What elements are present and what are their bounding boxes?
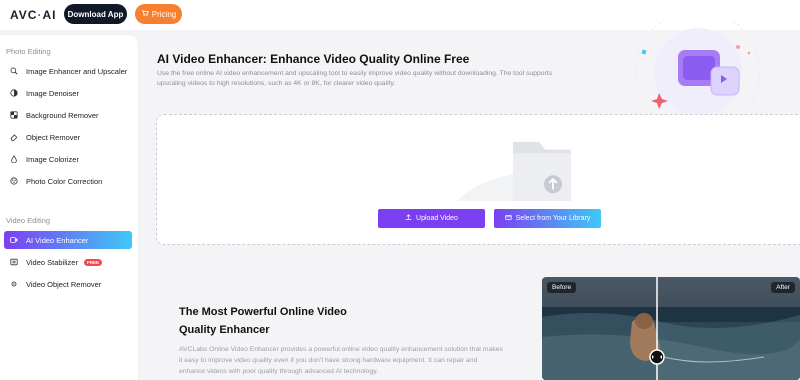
select-library-label: Select from Your Library <box>515 215 591 222</box>
comparison-image <box>542 277 800 380</box>
sidebar-item-label: Image Colorizer <box>26 154 79 164</box>
sidebar-item-image-denoiser[interactable]: Image Denoiser <box>4 84 132 102</box>
sidebar-item-video-stabilizer[interactable]: Video Stabilizer FREE <box>4 253 132 271</box>
sidebar-item-label: Image Enhancer and Upscaler <box>26 66 128 76</box>
upload-video-button[interactable]: Upload Video <box>378 209 485 228</box>
pricing-label: Pricing <box>151 9 177 19</box>
page-description: Use the free online AI video enhancement… <box>157 70 553 87</box>
sidebar-item-ai-video-enhancer[interactable]: AI Video Enhancer <box>4 231 132 249</box>
video-eraser-icon <box>10 280 18 288</box>
zoom-icon <box>10 67 18 75</box>
sidebar-item-video-object-remover[interactable]: Video Object Remover <box>4 275 132 293</box>
background-icon <box>10 111 18 119</box>
sidebar-item-object-remover[interactable]: Object Remover <box>4 128 132 146</box>
upload-dropzone[interactable]: Upload Video Select from Your Library <box>156 114 800 245</box>
sidebar: Photo Editing Image Enhancer and Upscale… <box>0 35 138 380</box>
sidebar-item-label: Photo Color Correction <box>26 176 103 186</box>
sidebar-item-image-colorizer[interactable]: Image Colorizer <box>4 150 132 168</box>
cart-icon <box>141 9 149 19</box>
free-badge: FREE <box>83 258 102 266</box>
page-title: AI Video Enhancer: Enhance Video Quality… <box>157 52 470 66</box>
download-app-label: Download App <box>67 9 124 19</box>
after-label: After <box>771 282 795 293</box>
stabilizer-icon <box>10 258 18 266</box>
hero-illustration <box>626 9 771 135</box>
sidebar-item-background-remover[interactable]: Background Remover <box>4 106 132 124</box>
folder-icon <box>457 141 571 201</box>
sidebar-item-label: Object Remover <box>26 132 81 142</box>
palette-icon <box>10 177 18 185</box>
denoise-icon <box>10 89 18 97</box>
sidebar-item-image-enhancer[interactable]: Image Enhancer and Upscaler <box>4 62 132 80</box>
sidebar-item-label: Image Denoiser <box>26 88 79 98</box>
sidebar-item-label: Video Object Remover <box>26 279 102 289</box>
before-label: Before <box>547 282 577 293</box>
select-library-button[interactable]: Select from Your Library <box>494 209 601 228</box>
sidebar-item-label: AI Video Enhancer <box>26 235 89 245</box>
library-icon <box>504 214 512 223</box>
upload-icon <box>405 214 412 223</box>
logo[interactable]: AVC·AI <box>10 8 56 22</box>
logo-ai: AI <box>42 8 57 22</box>
sidebar-item-label: Background Remover <box>26 110 99 120</box>
colorize-icon <box>10 155 18 163</box>
download-app-button[interactable]: Download App <box>64 4 127 24</box>
video-editing-heading: Video Editing <box>6 216 51 225</box>
eraser-icon <box>10 133 18 141</box>
sidebar-item-label: Video Stabilizer <box>26 257 78 267</box>
sidebar-item-photo-color-correction[interactable]: Photo Color Correction <box>4 172 132 190</box>
video-enhance-icon <box>10 236 18 244</box>
photo-editing-heading: Photo Editing <box>6 47 51 56</box>
upload-video-label: Upload Video <box>416 215 458 222</box>
section-title: The Most Powerful Online Video Quality E… <box>179 306 347 336</box>
logo-text: AVC <box>10 8 38 22</box>
section-description: AVCLabs Online Video Enhancer provides a… <box>179 346 503 375</box>
pricing-button[interactable]: Pricing <box>135 4 182 24</box>
before-after-comparison[interactable]: Before After <box>542 277 800 380</box>
